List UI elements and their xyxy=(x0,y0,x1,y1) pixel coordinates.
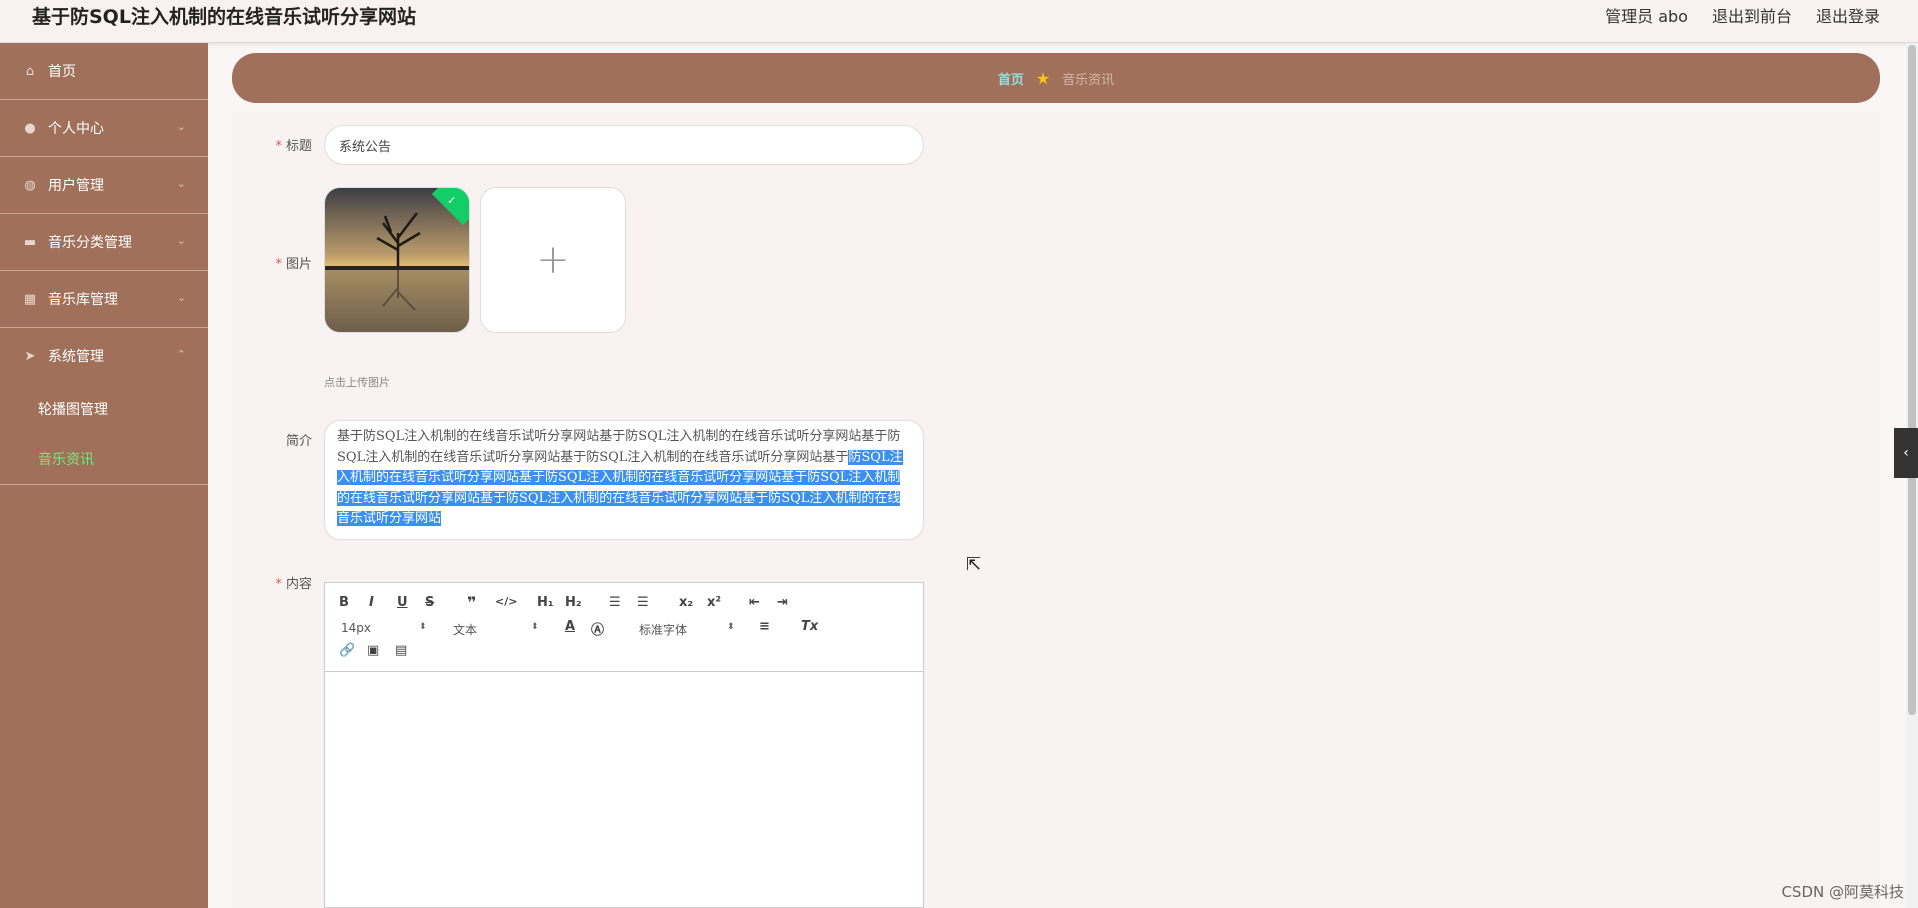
sidebar-subitem-carousel[interactable]: 轮播图管理 xyxy=(0,384,208,434)
breadcrumb-current: 音乐资讯 xyxy=(1062,72,1115,88)
italic-icon[interactable]: I xyxy=(369,595,374,610)
breadcrumb: 首页 ★ 音乐资讯 xyxy=(232,53,1880,103)
editor-content-area[interactable] xyxy=(325,672,923,908)
indent-icon[interactable]: ⇥ xyxy=(777,595,788,610)
sidebar-item-label: 音乐库管理 xyxy=(48,292,118,308)
logout-link[interactable]: 退出登录 xyxy=(1816,3,1880,27)
sidebar-subitem-music-news[interactable]: 音乐资讯 xyxy=(0,434,208,485)
intro-text: 基于防SQL注入机制的在线音乐试听分享网站基于防SQL注入机制的在线音乐试听分享… xyxy=(337,429,901,465)
superscript-icon[interactable]: x² xyxy=(707,595,721,610)
background-color-icon[interactable]: Ⓐ xyxy=(591,619,604,638)
chevron-up-icon: ⌃ xyxy=(176,348,186,361)
title-label: * 标题 xyxy=(232,135,312,154)
required-marker: * xyxy=(275,577,282,592)
sidebar-item-label: 音乐分类管理 xyxy=(48,235,132,251)
collapse-panel-tab[interactable]: ‹ xyxy=(1894,428,1918,478)
required-marker: * xyxy=(275,257,282,272)
ordered-list-icon[interactable]: ☰ xyxy=(609,595,621,610)
sidebar: ⌂ 首页 ● 个人中心 ⌄ ◍ 用户管理 ⌄ ▬ 音乐分类管理 ⌄ ▦ 音乐库管… xyxy=(0,43,208,908)
bold-icon[interactable]: B xyxy=(339,595,349,610)
sidebar-item-label: 系统管理 xyxy=(48,349,104,365)
font-size-value: 14px xyxy=(341,621,371,635)
sidebar-item-system[interactable]: ➤ 系统管理 ⌃ xyxy=(0,328,208,384)
chevron-left-icon: ‹ xyxy=(1903,445,1909,461)
sidebar-item-music-library[interactable]: ▦ 音乐库管理 ⌄ xyxy=(0,271,208,328)
sidebar-item-music-category[interactable]: ▬ 音乐分类管理 ⌄ xyxy=(0,214,208,271)
font-family-value: 标准字体 xyxy=(639,623,688,637)
home-icon: ⌂ xyxy=(25,63,35,79)
sidebar-item-label: 首页 xyxy=(48,64,76,80)
content-label-text: 内容 xyxy=(285,577,312,592)
user-icon: ● xyxy=(24,120,36,136)
content-label: * 内容 xyxy=(232,573,312,592)
upload-image-button[interactable]: + xyxy=(480,187,626,333)
chevron-down-icon: ⌄ xyxy=(176,177,186,190)
chevron-down-icon: ⌄ xyxy=(176,234,186,247)
plus-icon: + xyxy=(536,237,570,283)
subscript-icon[interactable]: x₂ xyxy=(679,595,693,610)
outdent-icon[interactable]: ⇤ xyxy=(749,595,760,610)
settings-icon: ◍ xyxy=(24,177,36,193)
align-icon[interactable]: ≡ xyxy=(759,619,770,634)
upload-tip: 点击上传图片 xyxy=(324,376,390,389)
sidebar-item-personal-center[interactable]: ● 个人中心 ⌄ xyxy=(0,100,208,157)
sidebar-item-user-management[interactable]: ◍ 用户管理 ⌄ xyxy=(0,157,208,214)
site-title: 基于防SQL注入机制的在线音乐试听分享网站 xyxy=(32,6,416,28)
grid-icon: ▦ xyxy=(23,291,37,307)
editor-toolbar: B I U S ❞ </> H₁ H₂ ☰ ☰ x₂ x² ⇤ ⇥ 14px ⬍… xyxy=(325,583,923,672)
video-icon[interactable]: ▤ xyxy=(395,643,407,658)
top-nav: 管理员 abo 退出到前台 退出登录 xyxy=(1605,3,1880,27)
header-value: 文本 xyxy=(453,623,478,637)
image-icon[interactable]: ▣ xyxy=(367,643,379,658)
uploaded-image-thumbnail[interactable]: ✓ xyxy=(324,187,470,333)
send-icon: ➤ xyxy=(24,348,36,364)
select-arrow-icon: ⬍ xyxy=(531,622,539,632)
title-input-value: 系统公告 xyxy=(339,139,392,155)
text-color-icon[interactable]: A xyxy=(565,619,575,634)
rich-text-editor: B I U S ❞ </> H₁ H₂ ☰ ☰ x₂ x² ⇤ ⇥ 14px ⬍… xyxy=(324,582,924,908)
mouse-cursor-icon: ⇱ xyxy=(966,554,982,575)
form-panel: * 标题 系统公告 * 图片 ✓ + 点击上传图片 简介 基于防SQL注入机制的… xyxy=(232,112,1880,908)
intro-label: 简介 xyxy=(232,430,312,449)
code-block-icon[interactable]: </> xyxy=(495,595,517,608)
font-family-select[interactable]: 标准字体 ⬍ xyxy=(639,621,739,638)
title-input[interactable]: 系统公告 xyxy=(324,125,924,165)
star-icon: ★ xyxy=(1035,68,1051,88)
chevron-down-icon: ⌄ xyxy=(176,120,186,133)
clear-format-icon[interactable]: Tx xyxy=(801,619,818,634)
image-label: * 图片 xyxy=(232,253,312,272)
sidebar-subitem-label: 音乐资讯 xyxy=(38,452,94,468)
title-label-text: 标题 xyxy=(285,139,312,154)
header1-icon[interactable]: H₁ xyxy=(537,595,554,610)
top-header: 基于防SQL注入机制的在线音乐试听分享网站 管理员 abo 退出到前台 退出登录 xyxy=(0,0,1918,43)
intro-label-text: 简介 xyxy=(285,434,312,449)
required-marker: * xyxy=(275,139,282,154)
watermark: CSDN @阿莫科技 xyxy=(1781,883,1904,901)
briefcase-icon: ▬ xyxy=(23,234,37,250)
blockquote-icon[interactable]: ❞ xyxy=(467,593,476,612)
link-icon[interactable]: 🔗 xyxy=(339,643,355,658)
underline-icon[interactable]: U xyxy=(397,595,408,610)
exit-to-front-link[interactable]: 退出到前台 xyxy=(1712,3,1792,27)
header-select[interactable]: 文本 ⬍ xyxy=(453,621,543,638)
chevron-down-icon: ⌄ xyxy=(176,291,186,304)
sidebar-subitem-label: 轮播图管理 xyxy=(38,402,108,418)
sidebar-item-label: 个人中心 xyxy=(48,121,104,137)
sidebar-item-label: 用户管理 xyxy=(48,178,104,194)
image-label-text: 图片 xyxy=(285,257,312,272)
font-size-select[interactable]: 14px ⬍ xyxy=(341,621,431,635)
intro-textarea[interactable]: 基于防SQL注入机制的在线音乐试听分享网站基于防SQL注入机制的在线音乐试听分享… xyxy=(324,420,924,540)
sidebar-item-home[interactable]: ⌂ 首页 xyxy=(0,43,208,100)
check-icon: ✓ xyxy=(447,193,457,207)
bullet-list-icon[interactable]: ☰ xyxy=(637,595,649,610)
breadcrumb-home[interactable]: 首页 xyxy=(998,69,1024,88)
select-arrow-icon: ⬍ xyxy=(419,622,427,632)
scrollbar-thumb[interactable] xyxy=(1908,45,1916,715)
header2-icon[interactable]: H₂ xyxy=(565,595,582,610)
admin-label: 管理员 abo xyxy=(1605,7,1688,26)
select-arrow-icon: ⬍ xyxy=(727,622,735,632)
strike-icon[interactable]: S xyxy=(425,595,434,610)
